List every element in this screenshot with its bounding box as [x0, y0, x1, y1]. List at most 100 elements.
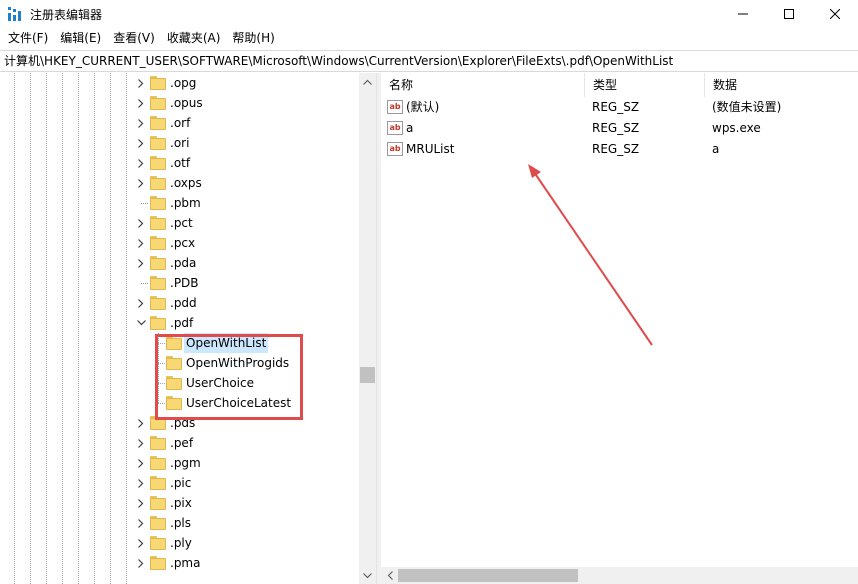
chevron-right-icon[interactable]: [135, 217, 147, 229]
tree-item[interactable]: .otf: [0, 153, 360, 173]
folder-icon: [150, 516, 166, 530]
menu-view[interactable]: 查看(V): [107, 28, 161, 48]
menu-help[interactable]: 帮助(H): [226, 28, 280, 48]
tree-item[interactable]: .ply: [0, 533, 360, 553]
tree-item[interactable]: .pic: [0, 473, 360, 493]
chevron-right-icon[interactable]: [135, 237, 147, 249]
tree-item[interactable]: .opus: [0, 93, 360, 113]
folder-icon: [150, 176, 166, 190]
column-name[interactable]: 名称: [381, 73, 585, 97]
tree-item-label: .oxps: [170, 176, 202, 190]
folder-icon: [150, 196, 166, 210]
column-header: 名称 类型 数据: [381, 73, 858, 97]
tree-item[interactable]: .pma: [0, 553, 360, 573]
scroll-left-arrow-icon[interactable]: [381, 567, 398, 584]
chevron-right-icon[interactable]: [135, 77, 147, 89]
chevron-right-icon[interactable]: [135, 517, 147, 529]
chevron-down-icon[interactable]: [135, 317, 147, 329]
tree-item[interactable]: .pdd: [0, 293, 360, 313]
string-value-icon: ab: [387, 121, 403, 135]
value-row[interactable]: ab MRUList REG_SZ a: [381, 139, 858, 160]
tree-item[interactable]: .pdf: [0, 313, 360, 333]
column-type[interactable]: 类型: [585, 73, 705, 97]
tree-item[interactable]: .pda: [0, 253, 360, 273]
tree-item-label: .pef: [170, 436, 194, 450]
tree-item-label: .orf: [170, 116, 191, 130]
tree-item[interactable]: .ori: [0, 133, 360, 153]
value-type: REG_SZ: [592, 121, 640, 135]
folder-icon: [150, 236, 166, 250]
horizontal-scroll-thumb[interactable]: [398, 569, 578, 582]
value-data: a: [712, 142, 720, 156]
tree-item-label: .ori: [170, 136, 190, 150]
registry-editor-icon: [8, 7, 22, 21]
folder-icon: [150, 76, 166, 90]
close-button[interactable]: [812, 0, 858, 28]
window-title: 注册表编辑器: [30, 7, 103, 22]
title-bar: 注册表编辑器: [0, 0, 858, 28]
chevron-right-icon[interactable]: [135, 557, 147, 569]
tree-item[interactable]: .opg: [0, 73, 360, 93]
folder-icon: [150, 476, 166, 490]
tree-item-label: .pdd: [170, 296, 197, 310]
chevron-right-icon[interactable]: [135, 177, 147, 189]
tree-item-label: .pls: [170, 516, 192, 530]
tree-item-label: .pbm: [170, 196, 201, 210]
tree-item-label: .pda: [170, 256, 197, 270]
tree-item[interactable]: .orf: [0, 113, 360, 133]
values-horizontal-scrollbar[interactable]: [381, 567, 858, 584]
tree-item[interactable]: .PDB: [0, 273, 360, 293]
key-tree[interactable]: .opg .opus .orf .ori .otf .oxps .pbm .pct .pcx .p…: [0, 73, 376, 584]
tree-item[interactable]: .pls: [0, 513, 360, 533]
maximize-icon: [784, 9, 794, 19]
value-row[interactable]: ab a REG_SZ wps.exe: [381, 118, 858, 139]
maximize-button[interactable]: [766, 0, 812, 28]
minimize-icon: [738, 13, 748, 15]
column-data[interactable]: 数据: [705, 73, 858, 97]
folder-icon: [150, 136, 166, 150]
menu-file[interactable]: 文件(F): [2, 28, 54, 48]
chevron-right-icon[interactable]: [135, 97, 147, 109]
tree-item[interactable]: .pct: [0, 213, 360, 233]
chevron-right-icon[interactable]: [135, 537, 147, 549]
scroll-up-arrow-icon[interactable]: [359, 73, 376, 90]
chevron-right-icon[interactable]: [135, 477, 147, 489]
tree-vertical-scrollbar[interactable]: [359, 73, 376, 584]
value-data: wps.exe: [712, 121, 761, 135]
menu-edit[interactable]: 编辑(E): [54, 28, 107, 48]
values-list[interactable]: 名称 类型 数据 ab (默认) REG_SZ (数值未设置)ab a REG_SZ wps…: [381, 73, 858, 584]
folder-icon: [150, 456, 166, 470]
chevron-right-icon[interactable]: [135, 137, 147, 149]
scroll-thumb[interactable]: [360, 367, 375, 383]
folder-icon: [150, 296, 166, 310]
value-name: (默认): [406, 100, 440, 114]
string-value-icon: ab: [387, 142, 403, 156]
tree-item[interactable]: .pgm: [0, 453, 360, 473]
tree-item-label: .pdf: [170, 316, 194, 330]
tree-item[interactable]: .oxps: [0, 173, 360, 193]
tree-item-label: .pma: [170, 556, 201, 570]
menu-favorites[interactable]: 收藏夹(A): [161, 28, 227, 48]
tree-item[interactable]: .pix: [0, 493, 360, 513]
tree-item-label: .pic: [170, 476, 192, 490]
chevron-right-icon[interactable]: [135, 257, 147, 269]
chevron-right-icon[interactable]: [135, 117, 147, 129]
highlight-box: [155, 334, 303, 420]
folder-icon: [150, 436, 166, 450]
scroll-down-arrow-icon[interactable]: [359, 567, 376, 584]
value-row[interactable]: ab (默认) REG_SZ (数值未设置): [381, 97, 858, 118]
chevron-right-icon[interactable]: [135, 157, 147, 169]
minimize-button[interactable]: [720, 0, 766, 28]
menu-bar: 文件(F) 编辑(E) 查看(V) 收藏夹(A) 帮助(H): [0, 28, 858, 48]
tree-item[interactable]: .pef: [0, 433, 360, 453]
chevron-right-icon[interactable]: [135, 297, 147, 309]
chevron-right-icon[interactable]: [135, 457, 147, 469]
folder-icon: [150, 536, 166, 550]
address-bar[interactable]: 计算机\HKEY_CURRENT_USER\SOFTWARE\Microsoft…: [0, 50, 858, 72]
chevron-right-icon[interactable]: [135, 497, 147, 509]
chevron-right-icon[interactable]: [135, 417, 147, 429]
tree-item[interactable]: .pcx: [0, 233, 360, 253]
chevron-right-icon[interactable]: [135, 437, 147, 449]
tree-item[interactable]: .pbm: [0, 193, 360, 213]
value-name: MRUList: [406, 142, 455, 156]
